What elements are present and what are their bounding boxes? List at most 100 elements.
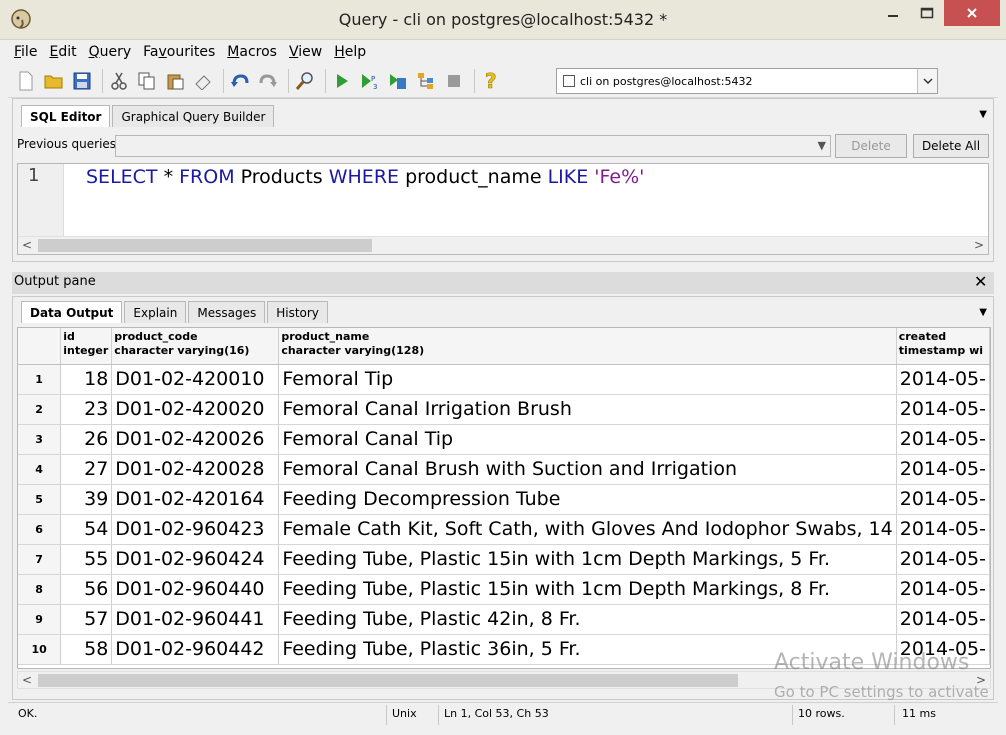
redo-button[interactable] [256, 69, 280, 93]
cell-product-code[interactable]: D01-02-960424 [111, 544, 280, 575]
delete-query-button[interactable]: Delete [835, 134, 907, 158]
tab-data-output[interactable]: Data Output [21, 301, 123, 323]
cell-product-code[interactable]: D01-02-420028 [111, 454, 280, 485]
find-button[interactable] [293, 69, 317, 93]
menu-macros[interactable]: Macros [221, 44, 283, 60]
cancel-query-button[interactable] [442, 69, 466, 93]
tab-explain[interactable]: Explain [124, 301, 187, 323]
cell-product-code[interactable]: D01-02-960440 [111, 574, 280, 605]
menu-file[interactable]: File [8, 44, 43, 60]
cell-product-name[interactable]: Femoral Canal Irrigation Brush [278, 394, 897, 425]
cut-button[interactable] [107, 69, 131, 93]
tab-history[interactable]: History [267, 301, 328, 323]
data-output-grid[interactable]: id integer product_code character varying(… [17, 327, 991, 669]
column-header-product-name[interactable]: product_name character varying(128) [278, 328, 897, 365]
column-header-created[interactable]: created timestamp wi [896, 328, 990, 365]
cell-product-code[interactable]: D01-02-960441 [111, 604, 280, 635]
table-row[interactable]: 2 23 D01-02-420020 Femoral Canal Irrigation… [18, 394, 990, 425]
open-button[interactable] [42, 69, 66, 93]
table-row[interactable]: 4 27 D01-02-420028 Femoral Canal Brush with… [18, 454, 990, 485]
cell-id[interactable]: 27 [60, 454, 113, 485]
explain-button[interactable] [414, 69, 438, 93]
cell-created[interactable]: 2014-05- [896, 574, 990, 605]
table-row[interactable]: 5 39 D01-02-420164 Feeding Decompression Tu… [18, 484, 990, 515]
table-row[interactable]: 8 56 D01-02-960440 Feeding Tube, Plastic 15… [18, 574, 990, 605]
cell-id[interactable]: 55 [60, 544, 113, 575]
scroll-right-icon[interactable]: > [974, 238, 984, 252]
cell-product-code[interactable]: D01-02-420020 [111, 394, 280, 425]
menu-help[interactable]: Help [328, 44, 372, 60]
save-button[interactable] [70, 69, 94, 93]
scrollbar-thumb[interactable] [38, 239, 372, 252]
table-row[interactable]: 1 18 D01-02-420010 Femoral Tip 2014-05- [18, 364, 990, 395]
tab-graphical-query-builder[interactable]: Graphical Query Builder [112, 105, 275, 127]
cell-product-name[interactable]: Femoral Canal Tip [278, 424, 897, 455]
cell-id[interactable]: 18 [60, 364, 113, 395]
menu-view[interactable]: View [283, 44, 328, 60]
cell-product-name[interactable]: Feeding Tube, Plastic 15in with 1cm Dept… [278, 574, 897, 605]
menu-favourites[interactable]: Favourites [137, 44, 221, 60]
paste-button[interactable] [163, 69, 187, 93]
tab-sql-editor[interactable]: SQL Editor [21, 105, 111, 127]
cell-id[interactable]: 39 [60, 484, 113, 515]
clear-button[interactable] [191, 69, 215, 93]
close-window-button[interactable] [944, 0, 1000, 26]
cell-created[interactable]: 2014-05- [896, 484, 990, 515]
menu-query[interactable]: Query [83, 44, 138, 60]
output-tab-menu-icon[interactable]: ▼ [979, 307, 987, 318]
connection-dropdown-button[interactable] [917, 69, 937, 93]
cell-id[interactable]: 56 [60, 574, 113, 605]
scroll-left-icon[interactable]: < [22, 673, 32, 687]
cell-product-name[interactable]: Femoral Canal Brush with Suction and Irr… [278, 454, 897, 485]
table-row[interactable]: 6 54 D01-02-960423 Female Cath Kit, Soft Ca… [18, 514, 990, 545]
cell-product-name[interactable]: Feeding Tube, Plastic 42in, 8 Fr. [278, 604, 897, 635]
cell-created[interactable]: 2014-05- [896, 424, 990, 455]
cell-id[interactable]: 54 [60, 514, 113, 545]
cell-id[interactable]: 23 [60, 394, 113, 425]
table-row[interactable]: 7 55 D01-02-960424 Feeding Tube, Plastic 15… [18, 544, 990, 575]
cell-product-code[interactable]: D01-02-960442 [111, 634, 280, 665]
editor-tab-menu-icon[interactable]: ▼ [979, 109, 987, 120]
cell-created[interactable]: 2014-05- [896, 454, 990, 485]
tab-messages[interactable]: Messages [188, 301, 266, 323]
cell-created[interactable]: 2014-05- [896, 604, 990, 635]
cell-created[interactable]: 2014-05- [896, 514, 990, 545]
execute-pgscript-button[interactable]: P3 [358, 69, 382, 93]
cell-product-code[interactable]: D01-02-420164 [111, 484, 280, 515]
table-row[interactable]: 9 57 D01-02-960441 Feeding Tube, Plastic 42… [18, 604, 990, 635]
help-button[interactable]: ? [479, 69, 503, 93]
minimize-button[interactable] [876, 0, 910, 26]
connection-checkbox[interactable] [563, 75, 575, 87]
editor-horizontal-scrollbar[interactable]: < > [18, 236, 988, 254]
cell-product-code[interactable]: D01-02-420026 [111, 424, 280, 455]
cell-id[interactable]: 58 [60, 634, 113, 665]
close-output-pane-icon[interactable]: ✕ [974, 272, 987, 291]
cell-product-name[interactable]: Feeding Decompression Tube [278, 484, 897, 515]
previous-queries-select[interactable]: ▼ [115, 135, 831, 157]
column-header-product-code[interactable]: product_code character varying(16) [111, 328, 280, 365]
scroll-left-icon[interactable]: < [22, 238, 32, 252]
cell-product-name[interactable]: Feeding Tube, Plastic 15in with 1cm Dept… [278, 544, 897, 575]
scrollbar-thumb[interactable] [38, 674, 738, 687]
menu-edit[interactable]: Edit [43, 44, 82, 60]
column-header-id[interactable]: id integer [60, 328, 113, 365]
delete-all-queries-button[interactable]: Delete All [913, 134, 989, 158]
cell-product-name[interactable]: Female Cath Kit, Soft Cath, with Gloves … [278, 514, 897, 545]
execute-to-file-button[interactable] [386, 69, 410, 93]
cell-id[interactable]: 57 [60, 604, 113, 635]
cell-created[interactable]: 2014-05- [896, 544, 990, 575]
execute-button[interactable] [330, 69, 354, 93]
cell-created[interactable]: 2014-05- [896, 364, 990, 395]
cell-created[interactable]: 2014-05- [896, 394, 990, 425]
cell-id[interactable]: 26 [60, 424, 113, 455]
sql-code-editor[interactable]: 1 SELECT * FROM Products WHERE product_n… [17, 163, 989, 255]
copy-button[interactable] [135, 69, 159, 93]
new-button[interactable] [14, 69, 38, 93]
undo-button[interactable] [228, 69, 252, 93]
table-row[interactable]: 3 26 D01-02-420026 Femoral Canal Tip 2014-05… [18, 424, 990, 455]
cell-product-code[interactable]: D01-02-960423 [111, 514, 280, 545]
cell-product-code[interactable]: D01-02-420010 [111, 364, 280, 395]
maximize-button[interactable] [910, 0, 944, 26]
connection-select[interactable]: cli on postgres@localhost:5432 [556, 68, 938, 94]
cell-product-name[interactable]: Femoral Tip [278, 364, 897, 395]
